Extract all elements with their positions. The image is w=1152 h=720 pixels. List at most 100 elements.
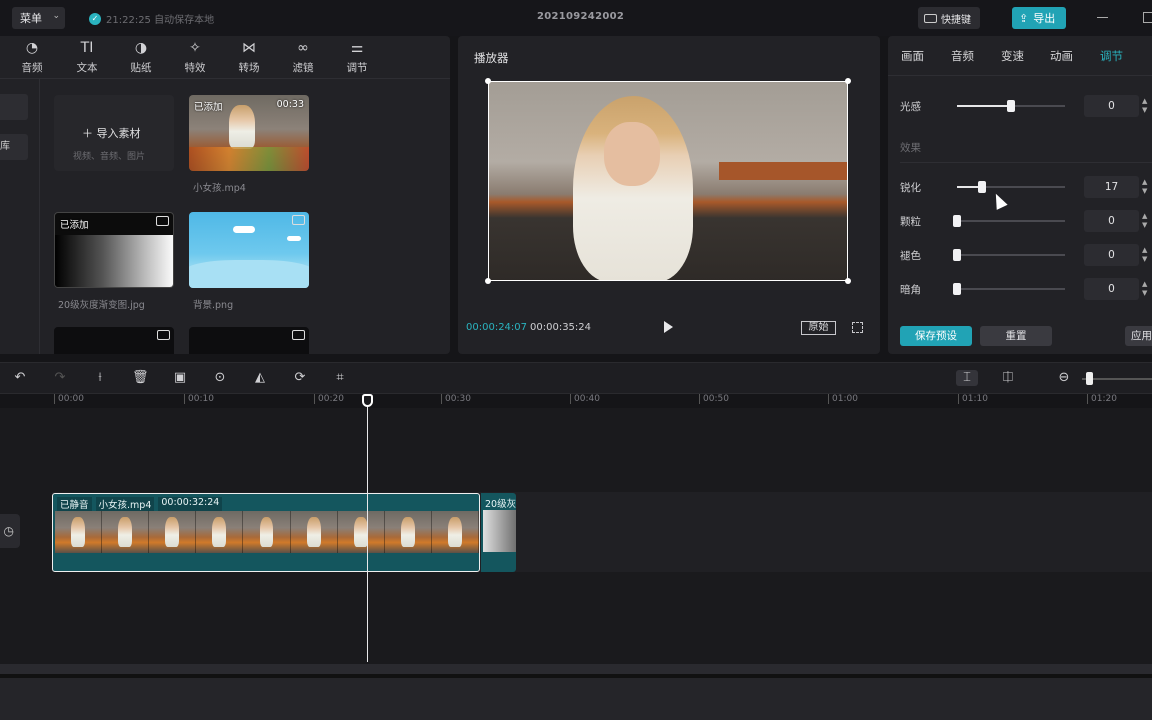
- slider-knob[interactable]: [953, 283, 961, 295]
- media-item-video[interactable]: 已添加 00:33: [189, 95, 309, 171]
- resize-handle[interactable]: [845, 78, 851, 84]
- tab-text[interactable]: TI 文本: [67, 40, 107, 75]
- delete-icon[interactable]: 🗑: [132, 370, 149, 386]
- play-icon[interactable]: [664, 321, 673, 333]
- adjust-label: 锐化: [900, 182, 921, 194]
- snap-icon[interactable]: ⌶: [956, 370, 978, 386]
- slider[interactable]: [957, 181, 1065, 193]
- tab-sticker[interactable]: ◑ 贴纸: [121, 40, 161, 75]
- slider[interactable]: [957, 100, 1065, 112]
- fullscreen-icon[interactable]: [852, 322, 863, 333]
- stepper-icon[interactable]: ▲ ▼: [1142, 178, 1152, 196]
- side-item-1[interactable]: [0, 94, 28, 120]
- reset-button[interactable]: 重置: [980, 326, 1052, 346]
- slider-knob[interactable]: [953, 249, 961, 261]
- menu-button[interactable]: 菜单 ⌄: [12, 7, 65, 29]
- counter-top: [719, 162, 847, 180]
- slider[interactable]: [953, 249, 1065, 261]
- value-input[interactable]: 0: [1084, 210, 1139, 232]
- reverse-icon[interactable]: ⊙: [212, 370, 228, 386]
- clip-labels: 已静音 小女孩.mp4 00:00:32:24: [57, 497, 223, 511]
- value-input[interactable]: 17: [1084, 176, 1139, 198]
- tab-animation[interactable]: 动画: [1050, 48, 1073, 64]
- slider[interactable]: [953, 215, 1065, 227]
- player-panel: 播放器 00:00:24:07 00:00:35:24 原始: [458, 36, 880, 354]
- value-input[interactable]: 0: [1084, 95, 1139, 117]
- slider-knob[interactable]: [1007, 100, 1015, 112]
- split-icon[interactable]: ⟊: [92, 370, 108, 386]
- cover-icon[interactable]: ◷: [0, 514, 20, 548]
- side-item-2[interactable]: 库: [0, 134, 28, 160]
- plus-icon: ＋: [82, 127, 93, 140]
- image-icon: [292, 215, 305, 225]
- horizontal-scrollbar[interactable]: [0, 664, 1152, 674]
- adjust-row-vignette: 暗角 0 ▲ ▼: [900, 278, 1152, 300]
- apply-button[interactable]: 应用: [1125, 326, 1152, 346]
- media-item-gradient[interactable]: 已添加: [54, 212, 174, 288]
- undo-icon[interactable]: ↶: [12, 370, 28, 386]
- total-time: 00:00:35:24: [530, 322, 592, 333]
- tab-speed[interactable]: 变速: [1001, 48, 1024, 64]
- media-item-name: 20级灰度渐变图.jpg: [58, 300, 145, 311]
- tab-audio[interactable]: ◔ 音频: [12, 40, 52, 75]
- clip-frame: [149, 511, 197, 553]
- tab-label: 贴纸: [130, 62, 152, 74]
- maximize-icon[interactable]: [1143, 12, 1152, 23]
- cloud-shape: [233, 226, 255, 233]
- freeze-icon[interactable]: ▣: [172, 370, 188, 386]
- slider-knob[interactable]: [953, 215, 961, 227]
- clip-frame: [337, 511, 385, 553]
- clip-frame: [431, 511, 479, 553]
- redo-icon[interactable]: ↷: [52, 370, 68, 386]
- rotate-icon[interactable]: ⟳: [292, 370, 308, 386]
- hill-shape: [189, 260, 309, 288]
- ruler-tick: 01:00: [828, 394, 858, 404]
- slider[interactable]: [953, 283, 1065, 295]
- video-clip[interactable]: 已静音 小女孩.mp4 00:00:32:24: [52, 493, 480, 572]
- resize-handle[interactable]: [485, 78, 491, 84]
- sticker-icon: ◑: [134, 40, 148, 56]
- media-item-background[interactable]: [189, 212, 309, 288]
- export-button[interactable]: ⇪ 导出: [1012, 7, 1066, 29]
- media-item[interactable]: [189, 327, 309, 354]
- playhead-line[interactable]: [367, 400, 368, 662]
- stepper-icon[interactable]: ▲ ▼: [1142, 97, 1152, 115]
- stepper-icon[interactable]: ▲ ▼: [1142, 280, 1152, 298]
- tab-picture[interactable]: 画面: [901, 48, 924, 64]
- original-ratio-button[interactable]: 原始: [801, 321, 836, 335]
- stepper-icon[interactable]: ▲ ▼: [1142, 212, 1152, 230]
- adjust-label: 褪色: [900, 250, 921, 262]
- tab-transition[interactable]: ⋈ 转场: [229, 40, 269, 75]
- video-preview[interactable]: [488, 81, 848, 281]
- tab-effects[interactable]: ✧ 特效: [175, 40, 215, 75]
- tab-audio[interactable]: 音频: [951, 48, 974, 64]
- resize-handle[interactable]: [485, 278, 491, 284]
- tab-adjust[interactable]: 调节: [1100, 48, 1123, 64]
- adjust-label: 颗粒: [900, 216, 921, 228]
- ruler-tick: 00:40: [570, 394, 600, 404]
- value-input[interactable]: 0: [1084, 278, 1139, 300]
- added-tag: 已添加: [60, 220, 89, 231]
- shortcut-button[interactable]: 快捷键: [918, 7, 980, 29]
- import-button[interactable]: ＋ 导入素材 视频、音频、图片: [54, 95, 174, 171]
- export-icon: ⇪: [1019, 11, 1029, 25]
- zoom-knob[interactable]: [1086, 372, 1093, 385]
- save-preset-button[interactable]: 保存预设: [900, 326, 972, 346]
- playhead-handle[interactable]: [362, 394, 373, 407]
- stepper-icon[interactable]: ▲ ▼: [1142, 246, 1152, 264]
- image-clip[interactable]: 20级灰: [481, 493, 516, 572]
- value-input[interactable]: 0: [1084, 244, 1139, 266]
- zoom-out-icon[interactable]: ⊖: [1056, 370, 1072, 386]
- tab-label: 特效: [184, 62, 206, 74]
- mirror-icon[interactable]: ◭: [252, 370, 268, 386]
- media-item[interactable]: [54, 327, 174, 354]
- tab-filter[interactable]: ∞ 滤镜: [283, 40, 323, 75]
- crop-icon[interactable]: ⌗: [332, 370, 348, 386]
- link-icon[interactable]: ⎅: [998, 370, 1018, 386]
- resize-handle[interactable]: [845, 278, 851, 284]
- clip-frame: [290, 511, 338, 553]
- tab-adjust[interactable]: ⚌ 调节: [337, 40, 377, 75]
- slider-knob[interactable]: [977, 181, 986, 193]
- minimize-icon[interactable]: [1097, 17, 1108, 18]
- menu-label: 菜单: [20, 12, 42, 25]
